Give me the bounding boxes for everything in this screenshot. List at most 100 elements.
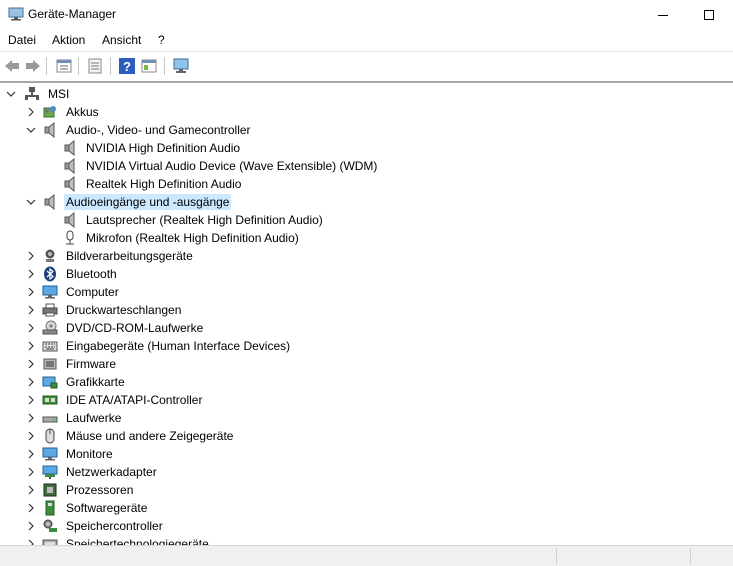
category-eingabegeraete[interactable]: Eingabegeräte (Human Interface Devices)	[24, 337, 292, 355]
tree-root[interactable]: MSI	[4, 85, 71, 103]
category-label: Prozessoren	[66, 483, 134, 497]
forward-icon[interactable]	[24, 57, 42, 75]
chevron-right-icon[interactable]	[26, 359, 36, 369]
minimize-button[interactable]	[640, 0, 686, 30]
category-label: Laufwerke	[66, 411, 122, 425]
svg-text:?: ?	[123, 59, 131, 74]
storage-controller-icon	[43, 519, 57, 532]
menu-datei[interactable]: Datei	[8, 33, 36, 47]
chevron-down-icon[interactable]	[26, 125, 36, 135]
category-dvd-cd-rom[interactable]: DVD/CD-ROM-Laufwerke	[24, 319, 205, 337]
chevron-right-icon[interactable]	[26, 467, 36, 477]
processor-icon	[43, 483, 57, 497]
storage-technology-icon	[42, 539, 58, 545]
category-label: Audioeingänge und -ausgänge	[64, 194, 232, 210]
chevron-right-icon[interactable]	[26, 323, 36, 333]
category-maeuse[interactable]: Mäuse und andere Zeigegeräte	[24, 427, 235, 445]
category-bluetooth[interactable]: Bluetooth	[24, 265, 119, 283]
chevron-right-icon[interactable]	[26, 305, 36, 315]
view-icon[interactable]	[140, 57, 158, 75]
monitor-icon	[42, 447, 58, 461]
chevron-right-icon[interactable]	[26, 377, 36, 387]
category-label: Audio-, Video- und Gamecontroller	[66, 123, 251, 137]
chevron-right-icon[interactable]	[26, 503, 36, 513]
device-tree[interactable]: MSI Akkus Audio-, Video- und Gamecontrol…	[0, 81, 733, 545]
device-nvidia-virtual-audio[interactable]: NVIDIA Virtual Audio Device (Wave Extens…	[62, 157, 379, 175]
menu-aktion[interactable]: Aktion	[52, 33, 85, 47]
speaker-icon	[64, 176, 75, 192]
monitor-scan-icon[interactable]	[172, 57, 190, 75]
device-nvidia-hd-audio[interactable]: NVIDIA High Definition Audio	[62, 139, 242, 157]
title-bar: Geräte-Manager	[0, 0, 733, 30]
chevron-right-icon[interactable]	[26, 287, 36, 297]
chevron-right-icon[interactable]	[26, 341, 36, 351]
category-monitore[interactable]: Monitore	[24, 445, 115, 463]
chevron-down-icon[interactable]	[6, 89, 16, 99]
camera-icon	[45, 249, 55, 262]
device-label: Realtek High Definition Audio	[86, 177, 242, 191]
category-label: Bildverarbeitungsgeräte	[66, 249, 193, 263]
microphone-icon	[66, 230, 74, 245]
category-grafikkarte[interactable]: Grafikkarte	[24, 373, 127, 391]
menu-ansicht[interactable]: Ansicht	[102, 33, 141, 47]
category-label: Druckwarteschlangen	[66, 303, 182, 317]
device-mikrofon[interactable]: Mikrofon (Realtek High Definition Audio)	[62, 229, 301, 247]
keyboard-icon	[42, 341, 58, 352]
chevron-right-icon[interactable]	[26, 269, 36, 279]
mouse-icon	[45, 428, 55, 444]
chevron-right-icon[interactable]	[26, 413, 36, 423]
device-label: NVIDIA Virtual Audio Device (Wave Extens…	[86, 159, 378, 173]
chevron-right-icon[interactable]	[26, 251, 36, 261]
toolbar-separator	[78, 57, 79, 75]
category-label: Grafikkarte	[66, 375, 125, 389]
chevron-right-icon[interactable]	[26, 521, 36, 531]
category-bildverarbeitungsgeraete[interactable]: Bildverarbeitungsgeräte	[24, 247, 195, 265]
properties-icon[interactable]	[55, 57, 73, 75]
category-ide-ata-atapi[interactable]: IDE ATA/ATAPI-Controller	[24, 391, 204, 409]
chevron-right-icon[interactable]	[26, 485, 36, 495]
category-computer[interactable]: Computer	[24, 283, 121, 301]
category-akkus[interactable]: Akkus	[24, 103, 101, 121]
category-label: IDE ATA/ATAPI-Controller	[66, 393, 203, 407]
chevron-right-icon[interactable]	[26, 395, 36, 405]
maximize-button[interactable]	[686, 0, 732, 30]
category-label: Akkus	[66, 105, 99, 119]
speaker-icon	[64, 140, 75, 156]
category-firmware[interactable]: Firmware	[24, 355, 118, 373]
category-speichercontroller[interactable]: Speichercontroller	[24, 517, 165, 535]
category-laufwerke[interactable]: Laufwerke	[24, 409, 123, 427]
help-icon[interactable]: ?	[118, 57, 136, 75]
menu-bar: Datei Aktion Ansicht ?	[0, 30, 733, 50]
category-label: Mäuse und andere Zeigegeräte	[66, 429, 234, 443]
category-speichertechnologiegeraete[interactable]: Speichertechnologiegeräte	[24, 535, 211, 545]
category-druckwarteschlangen[interactable]: Druckwarteschlangen	[24, 301, 183, 319]
category-audio-video-gamecontroller[interactable]: Audio-, Video- und Gamecontroller	[24, 121, 253, 139]
category-label: Speichertechnologiegeräte	[66, 537, 209, 545]
device-manager-icon	[8, 7, 24, 21]
computer-network-icon	[25, 87, 39, 100]
status-divider	[556, 548, 557, 565]
menu-help[interactable]: ?	[158, 33, 165, 47]
status-divider	[690, 548, 691, 565]
device-lautsprecher[interactable]: Lautsprecher (Realtek High Definition Au…	[62, 211, 325, 229]
category-label: Eingabegeräte (Human Interface Devices)	[66, 339, 291, 353]
toolbar: ?	[0, 51, 733, 79]
category-audio-inputs-outputs[interactable]: Audioeingänge und -ausgänge	[24, 193, 232, 211]
back-icon[interactable]	[3, 57, 21, 75]
chevron-right-icon[interactable]	[26, 431, 36, 441]
update-driver-icon[interactable]	[86, 57, 104, 75]
speaker-icon	[64, 158, 75, 174]
battery-icon	[43, 106, 56, 118]
device-realtek-hd-audio[interactable]: Realtek High Definition Audio	[62, 175, 243, 193]
chevron-right-icon[interactable]	[26, 449, 36, 459]
category-label: Bluetooth	[66, 267, 117, 281]
toolbar-separator	[110, 57, 111, 75]
category-label: Firmware	[66, 357, 116, 371]
category-netzwerkadapter[interactable]: Netzwerkadapter	[24, 463, 159, 481]
chevron-down-icon[interactable]	[26, 197, 36, 207]
chevron-right-icon[interactable]	[26, 107, 36, 117]
software-device-icon	[45, 500, 55, 516]
category-label: DVD/CD-ROM-Laufwerke	[66, 321, 204, 335]
category-softwaregeraete[interactable]: Softwaregeräte	[24, 499, 149, 517]
category-prozessoren[interactable]: Prozessoren	[24, 481, 135, 499]
